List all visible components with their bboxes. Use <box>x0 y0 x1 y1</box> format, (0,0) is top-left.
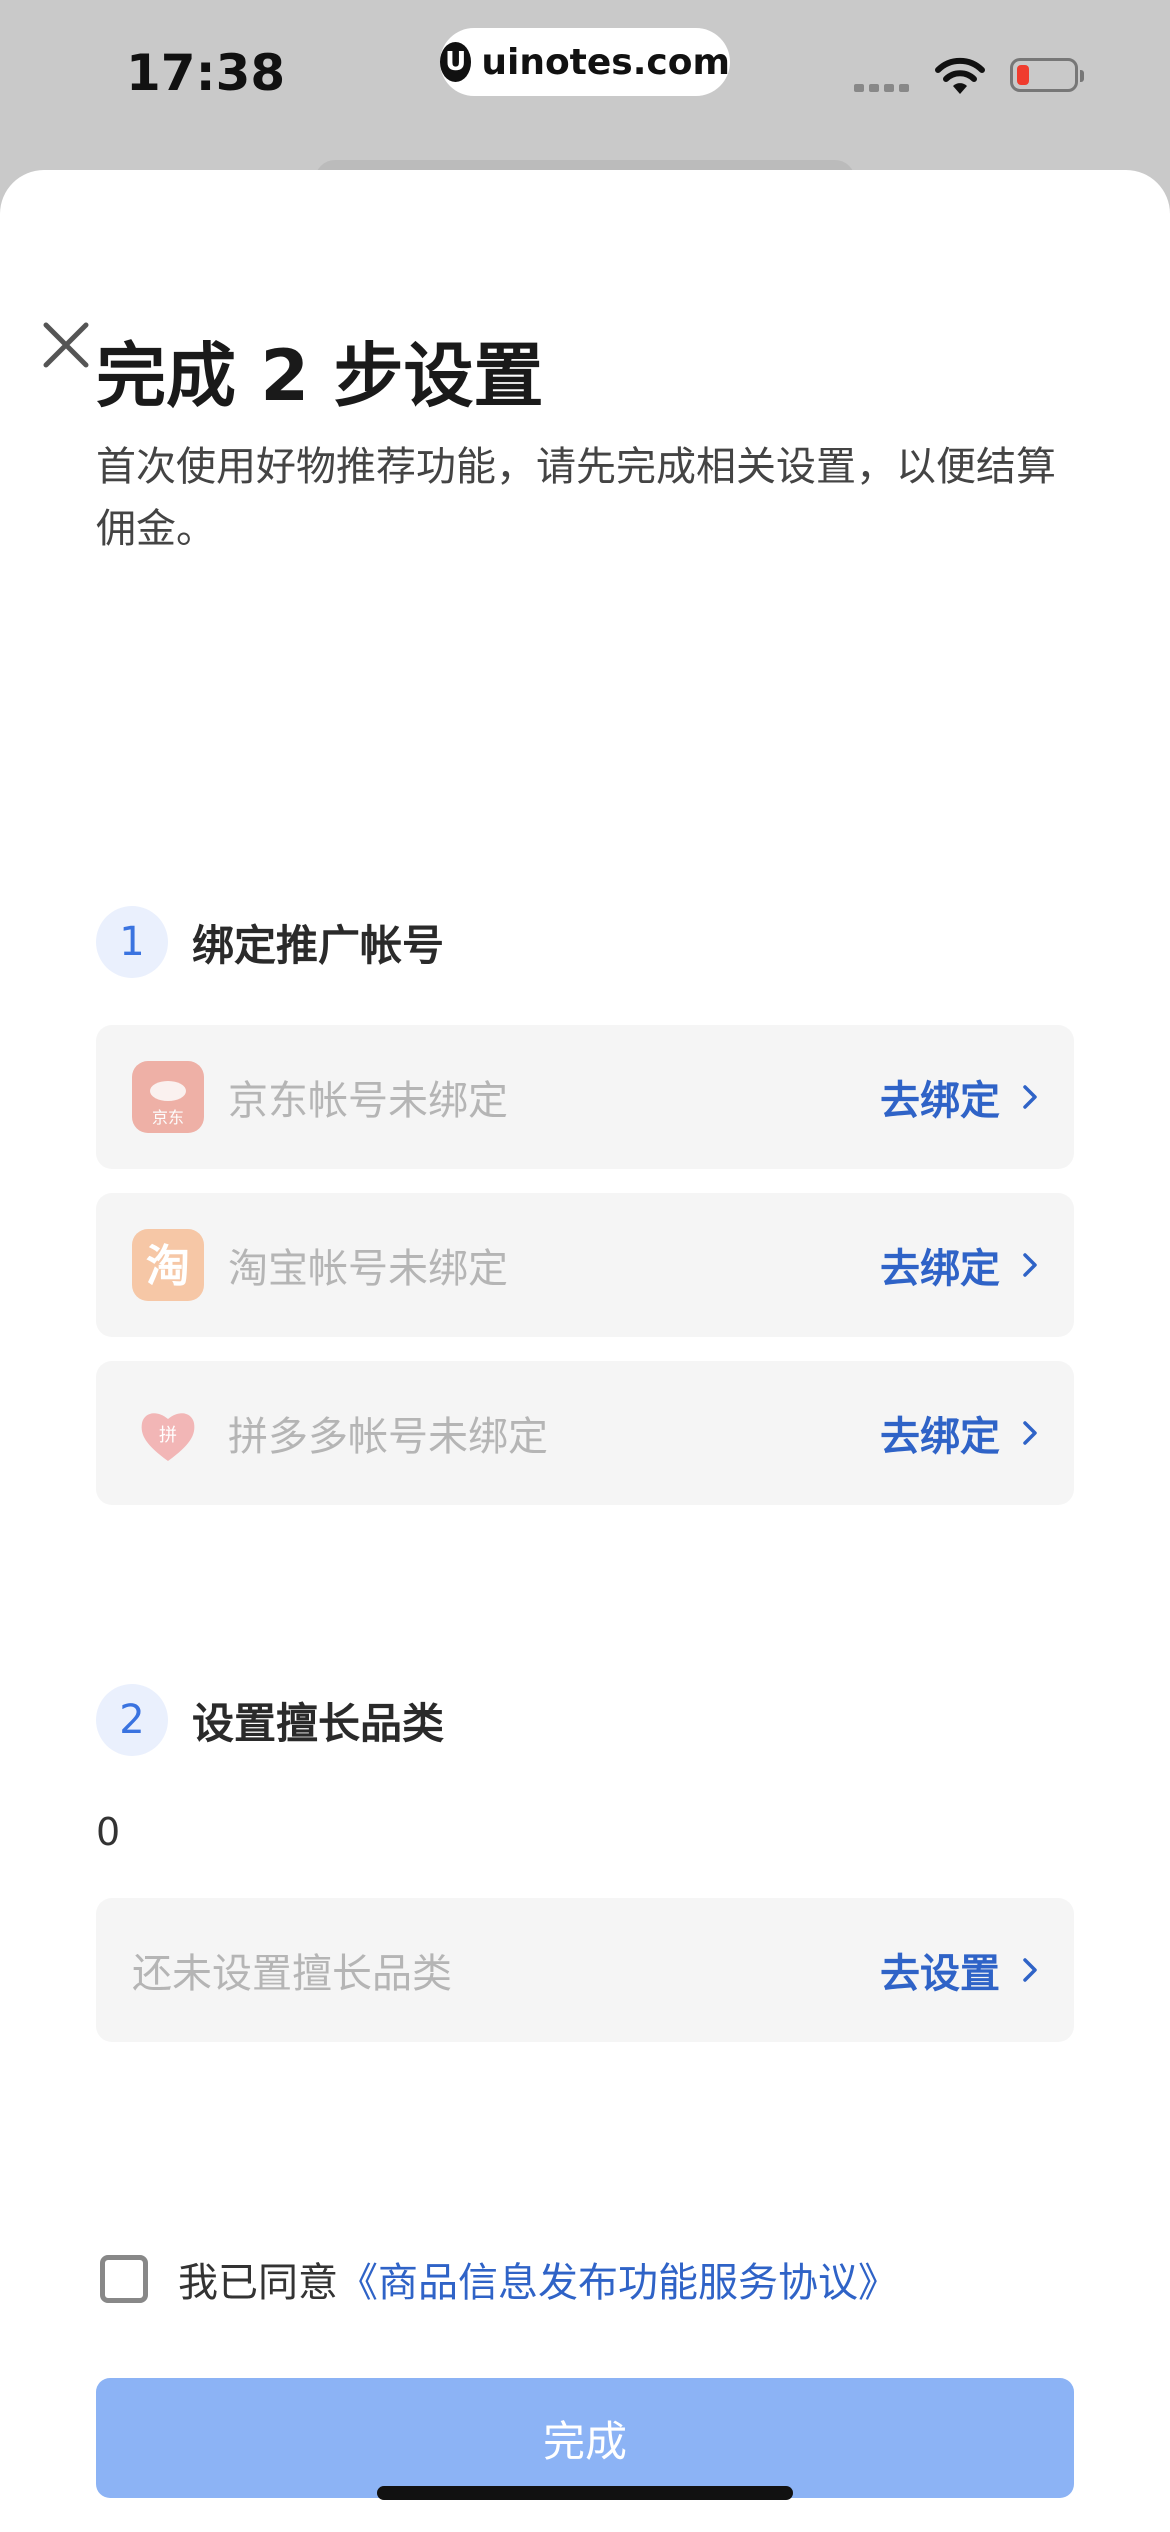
page-subtitle: 首次使用好物推荐功能，请先完成相关设置，以便结算佣金。 <box>96 444 1056 552</box>
set-category-label: 去设置 <box>880 1951 1000 1997</box>
jd-status-text: 京东帐号未绑定 <box>228 1078 508 1124</box>
step1-label: 绑定推广帐号 <box>192 920 445 970</box>
taobao-icon: 淘 <box>132 1229 204 1301</box>
bind-jd-card[interactable]: 京东 京东帐号未绑定 去绑定 <box>96 1025 1074 1169</box>
url-pill: U uinotes.com <box>440 28 730 96</box>
chevron-right-icon <box>1023 1958 1037 1982</box>
pinduoduo-status-text: 拼多多帐号未绑定 <box>228 1414 548 1460</box>
done-button[interactable]: 完成 <box>96 2378 1074 2498</box>
url-text: uinotes.com <box>481 41 730 83</box>
status-time: 17:38 <box>126 44 286 102</box>
status-bar: 17:38 U uinotes.com <box>0 0 1170 170</box>
chevron-right-icon <box>1023 1421 1037 1445</box>
set-category-card[interactable]: 还未设置擅长品类 去设置 <box>96 1898 1074 2042</box>
agreement-checkbox[interactable] <box>100 2255 148 2303</box>
agreement-prefix: 我已同意 <box>178 2260 338 2306</box>
site-logo-icon: U <box>440 42 472 82</box>
bind-taobao-label: 去绑定 <box>880 1246 1000 1292</box>
category-status-text: 还未设置擅长品类 <box>132 1951 452 1997</box>
svg-text:淘: 淘 <box>146 1241 190 1292</box>
svg-text:京东: 京东 <box>152 1108 184 1127</box>
agreement-row: 我已同意 《商品信息发布功能服务协议》 <box>100 2250 898 2308</box>
close-icon[interactable] <box>36 315 96 375</box>
step1-header: 1 绑定推广帐号 <box>96 906 444 978</box>
bind-pinduoduo-card[interactable]: 拼 拼多多帐号未绑定 去绑定 <box>96 1361 1074 1505</box>
signal-icon <box>854 84 909 92</box>
agreement-link[interactable]: 《商品信息发布功能服务协议》 <box>338 2250 898 2308</box>
bind-taobao-card[interactable]: 淘 淘宝帐号未绑定 去绑定 <box>96 1193 1074 1337</box>
wifi-icon <box>935 57 985 94</box>
chevron-right-icon <box>1023 1253 1037 1277</box>
chevron-right-icon <box>1023 1085 1037 1109</box>
taobao-status-text: 淘宝帐号未绑定 <box>228 1246 508 1292</box>
bind-pinduoduo-button[interactable]: 去绑定 <box>880 1404 1038 1462</box>
step2-number: 2 <box>96 1684 168 1756</box>
page-title: 完成 2 步设置 <box>96 335 544 417</box>
home-indicator <box>377 2486 793 2500</box>
category-count: 0 <box>96 1810 121 1854</box>
set-category-button[interactable]: 去设置 <box>880 1941 1038 1999</box>
bind-taobao-button[interactable]: 去绑定 <box>880 1236 1038 1294</box>
bind-jd-button[interactable]: 去绑定 <box>880 1068 1038 1126</box>
jd-icon: 京东 <box>132 1061 204 1133</box>
pinduoduo-icon: 拼 <box>132 1397 204 1469</box>
step1-number: 1 <box>96 906 168 978</box>
battery-icon <box>1010 58 1084 92</box>
step2-label: 设置擅长品类 <box>192 1698 445 1748</box>
svg-text:拼: 拼 <box>159 1425 177 1446</box>
bind-pinduoduo-label: 去绑定 <box>880 1414 1000 1460</box>
bind-jd-label: 去绑定 <box>880 1078 1000 1124</box>
step2-header: 2 设置擅长品类 <box>96 1684 444 1756</box>
